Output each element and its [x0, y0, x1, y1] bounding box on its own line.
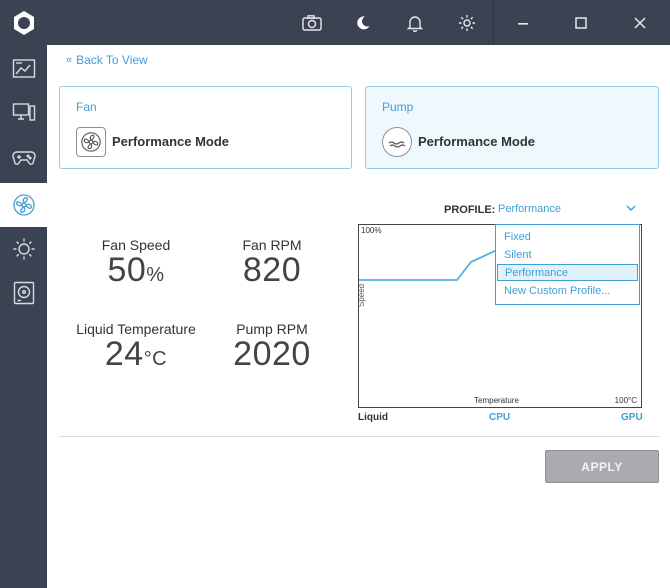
title-bar: [0, 0, 670, 45]
tab-cpu[interactable]: CPU: [489, 412, 510, 423]
drive-icon: [13, 281, 34, 305]
bell-icon[interactable]: [395, 0, 435, 45]
content-divider: [59, 436, 659, 437]
fan-rpm-stat: Fan RPM 820: [197, 237, 347, 287]
gear-icon[interactable]: [447, 0, 487, 45]
profile-dropdown-menu: Fixed Silent Performance New Custom Prof…: [495, 224, 640, 305]
titlebar-separator: [493, 0, 494, 45]
sidebar-item-storage[interactable]: [0, 271, 47, 315]
computer-icon: [12, 103, 35, 121]
profile-option-performance[interactable]: Performance: [497, 264, 638, 281]
back-to-view-label: Back To View: [76, 53, 148, 67]
fan-card-title: Fan: [76, 100, 97, 114]
pump-mode-icon: [382, 127, 412, 157]
tab-liquid[interactable]: Liquid: [358, 412, 388, 423]
sidebar-item-lighting[interactable]: [0, 227, 47, 271]
pump-card-title: Pump: [382, 100, 414, 114]
sidebar-item-cooling[interactable]: [0, 183, 47, 227]
fan-speed-value: 50%: [107, 251, 165, 289]
pump-rpm-stat: Pump RPM 2020: [197, 321, 347, 371]
profile-select[interactable]: Performance: [498, 203, 640, 219]
close-icon[interactable]: [620, 0, 660, 45]
gamepad-icon: [11, 151, 36, 165]
dashboard-icon: [12, 59, 35, 78]
apply-button[interactable]: APPLY: [545, 450, 659, 483]
tab-gpu[interactable]: GPU: [621, 412, 643, 423]
chart-x-max-label: 100°C: [614, 396, 637, 405]
sidebar-item-system[interactable]: [0, 91, 47, 135]
fan-mode-card[interactable]: Fan Performance Mode: [59, 86, 352, 169]
chevron-down-icon: [626, 203, 636, 216]
sidebar-item-dashboard[interactable]: [0, 47, 47, 91]
pump-rpm-value: 2020: [233, 335, 311, 373]
pump-mode-label: Performance Mode: [418, 134, 536, 149]
profile-option-fixed[interactable]: Fixed: [497, 229, 638, 246]
sidebar: [0, 45, 47, 588]
chart-x-axis-label: Temperature: [474, 396, 519, 405]
liquid-temperature-value: 24°C: [104, 335, 168, 373]
fan-icon: [12, 194, 35, 216]
sun-icon: [13, 238, 34, 260]
fan-rpm-value: 820: [242, 251, 302, 289]
fan-mode-icon: [76, 127, 106, 157]
profile-label: PROFILE:: [444, 204, 496, 216]
profile-selected-value: Performance: [498, 203, 561, 215]
moon-icon[interactable]: [343, 0, 383, 45]
profile-option-silent[interactable]: Silent: [497, 247, 638, 264]
sidebar-item-gaming[interactable]: [0, 135, 47, 179]
minimize-icon[interactable]: [503, 0, 543, 45]
pump-mode-card[interactable]: Pump Performance Mode: [365, 86, 659, 169]
profile-option-new-custom[interactable]: New Custom Profile...: [497, 283, 638, 300]
fan-mode-label: Performance Mode: [112, 134, 230, 149]
back-to-view-link[interactable]: « Back To View: [66, 53, 148, 67]
fan-speed-stat: Fan Speed 50%: [61, 237, 211, 292]
liquid-temperature-stat: Liquid Temperature 24°C: [61, 321, 211, 376]
double-chevron-left-icon: «: [66, 54, 73, 66]
maximize-icon[interactable]: [561, 0, 601, 45]
app-logo-icon: [0, 0, 47, 45]
camera-icon[interactable]: [292, 0, 332, 45]
